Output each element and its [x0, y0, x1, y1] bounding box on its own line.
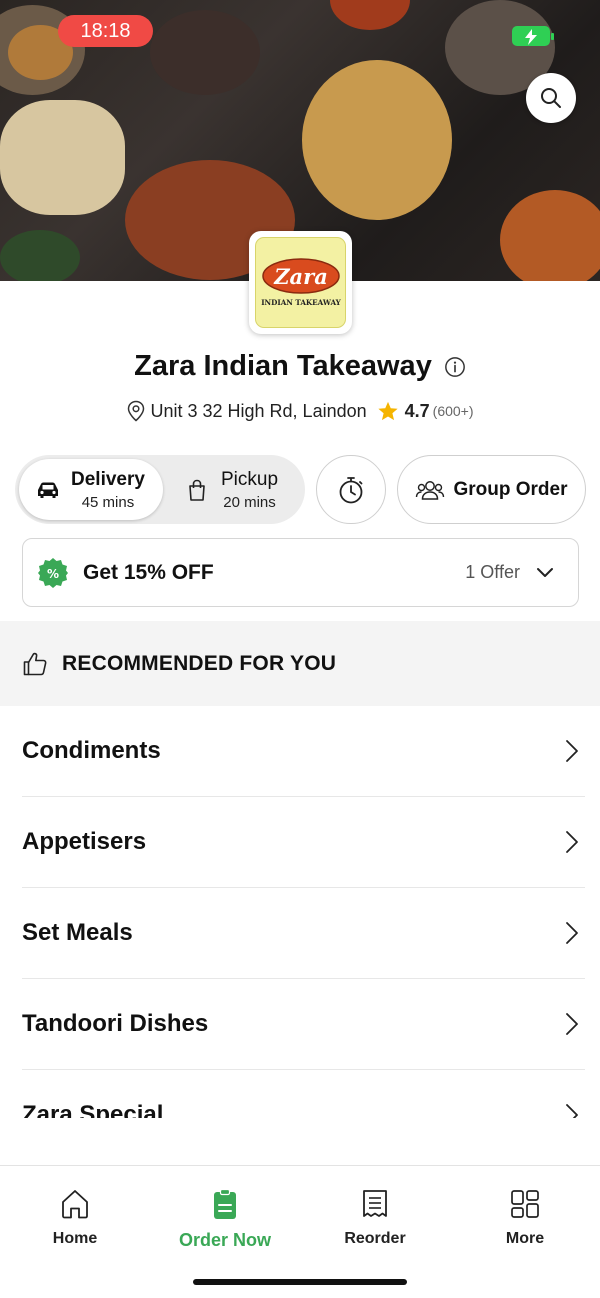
search-button[interactable] [526, 73, 576, 123]
delivery-option[interactable]: Delivery 45 mins [19, 459, 163, 520]
offer-count: 1 Offer [465, 562, 520, 582]
receipt-icon [363, 1190, 387, 1217]
rating-value: 4.7 [404, 400, 430, 421]
location-pin-icon [128, 400, 145, 422]
spices-image [150, 10, 260, 95]
address-rating-row: Unit 3 32 High Rd, Laindon 4.7 (600+) [0, 400, 600, 422]
chevron-right-icon [566, 740, 578, 762]
nav-home-label: Home [52, 1230, 98, 1247]
offer-title: Get 15% OFF [83, 560, 214, 584]
schedule-button[interactable] [316, 455, 386, 524]
nav-order-now-label: Order Now [178, 1230, 271, 1250]
recommended-label: RECOMMENDED FOR YOU [62, 651, 337, 675]
group-order-button[interactable]: Group Order [397, 455, 586, 524]
group-icon [416, 480, 445, 500]
category-item-set-meals[interactable]: Set Meals [22, 888, 585, 979]
delivery-label: Delivery [71, 468, 145, 490]
category-label: Condiments [22, 737, 161, 764]
home-icon [62, 1190, 88, 1219]
thumbs-up-icon [23, 652, 47, 675]
category-item-tandoori-dishes[interactable]: Tandoori Dishes [22, 979, 585, 1070]
category-label: Zara Special [22, 1101, 164, 1118]
home-indicator[interactable] [193, 1279, 407, 1285]
offer-banner[interactable]: % Get 15% OFF 1 Offer [22, 538, 579, 607]
pickup-time: 20 mins [223, 493, 276, 511]
category-list: Condiments Appetisers Set Meals Tandoori… [0, 706, 600, 1118]
logo-subtext: INDIAN TAKEAWAY [261, 298, 341, 307]
chevron-right-icon [566, 1013, 578, 1035]
group-order-label: Group Order [453, 478, 568, 500]
restaurant-logo: Zara INDIAN TAKEAWAY [249, 231, 352, 334]
chevron-down-icon [537, 567, 553, 577]
chevron-right-icon [566, 1104, 578, 1118]
pickup-label: Pickup [221, 468, 279, 490]
rating-count: (600+) [432, 403, 474, 419]
nav-more[interactable]: More [450, 1188, 600, 1248]
nav-reorder-label: Reorder [344, 1230, 406, 1247]
status-time: 18:18 [58, 15, 153, 47]
curry-image [500, 190, 600, 281]
category-item-condiments[interactable]: Condiments [22, 706, 585, 797]
nav-reorder[interactable]: Reorder [300, 1188, 450, 1248]
zara-logo-icon: Zara INDIAN TAKEAWAY [261, 257, 341, 307]
biryani-image [302, 60, 452, 220]
nav-more-label: More [505, 1230, 545, 1247]
stopwatch-icon [339, 476, 363, 503]
naan-image [0, 100, 125, 215]
restaurant-header: Zara Indian Takeaway [0, 350, 600, 383]
svg-text:%: % [47, 567, 59, 581]
chevron-right-icon [566, 922, 578, 944]
info-icon[interactable] [444, 356, 466, 378]
nav-order-now[interactable]: Order Now [150, 1188, 300, 1251]
car-icon [38, 482, 58, 498]
category-item-appetisers[interactable]: Appetisers [22, 797, 585, 888]
order-mode-toggle: Delivery 45 mins Pickup 20 mins [15, 455, 305, 524]
category-label: Set Meals [22, 919, 133, 946]
restaurant-address: Unit 3 32 High Rd, Laindon [150, 400, 367, 421]
restaurant-name: Zara Indian Takeaway [134, 350, 432, 382]
discount-badge-icon: % [38, 557, 68, 588]
recommended-section[interactable]: RECOMMENDED FOR YOU [0, 621, 600, 706]
shopping-bag-icon [189, 479, 205, 501]
search-icon [541, 88, 561, 108]
star-icon [378, 401, 398, 421]
grid-icon [511, 1190, 539, 1218]
nav-home[interactable]: Home [0, 1188, 150, 1248]
herbs-image [0, 230, 80, 281]
battery-charging-icon [512, 26, 554, 46]
category-item-zara-special[interactable]: Zara Special [22, 1070, 585, 1118]
delivery-time: 45 mins [81, 493, 135, 511]
pickup-option[interactable]: Pickup 20 mins [175, 459, 301, 520]
chevron-right-icon [566, 831, 578, 853]
category-label: Appetisers [22, 828, 147, 855]
category-label: Tandoori Dishes [22, 1010, 209, 1037]
order-icon [214, 1188, 236, 1219]
logo-text: Zara [273, 264, 328, 289]
sauce-image [330, 0, 410, 30]
